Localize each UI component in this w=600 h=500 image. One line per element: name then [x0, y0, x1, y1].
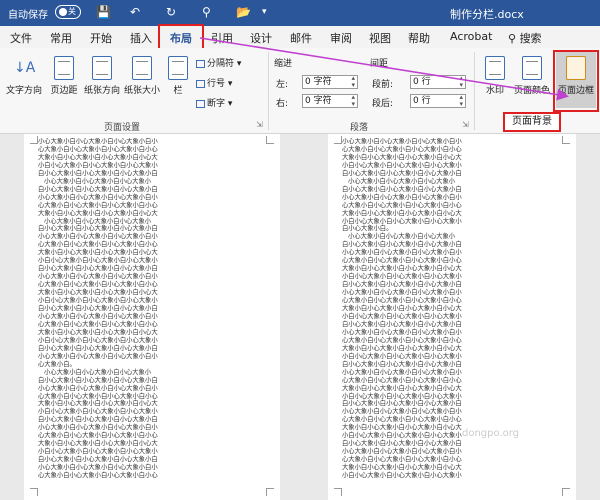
annotation-arrow — [199, 37, 569, 101]
